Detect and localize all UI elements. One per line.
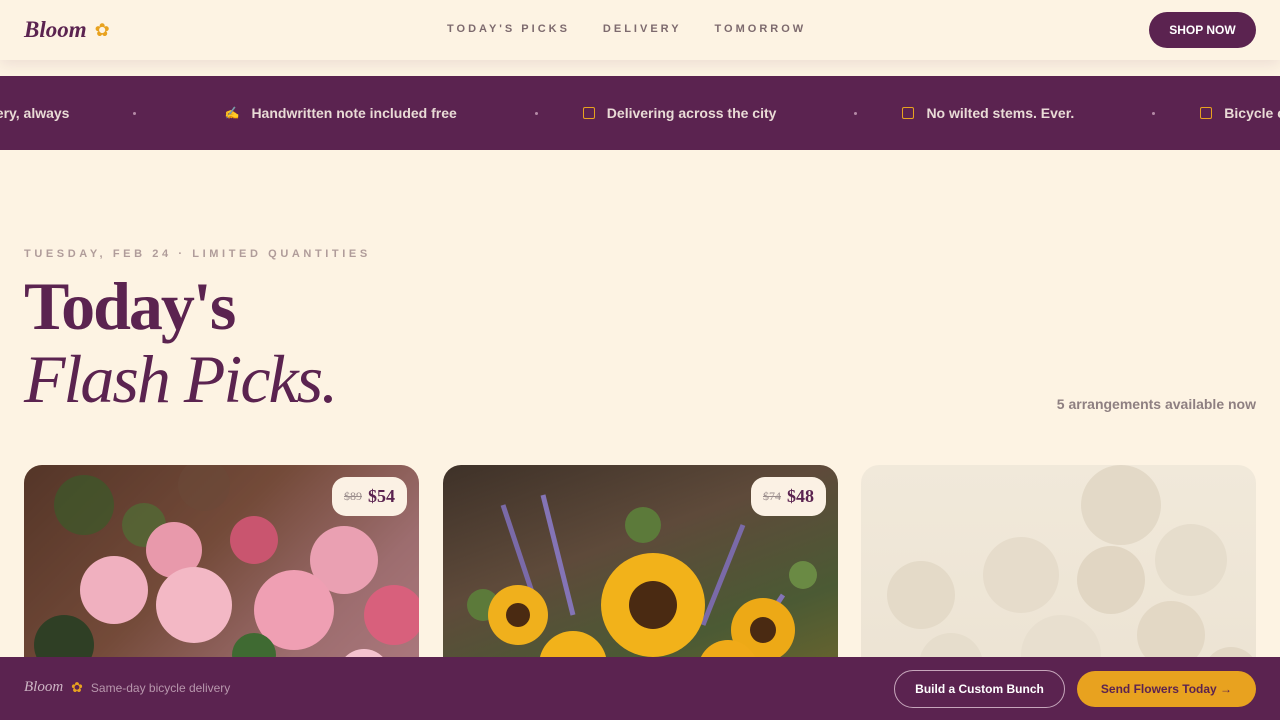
footer-logo-text: Bloom	[24, 679, 64, 695]
footer-logo[interactable]: Bloom ✿ Same-day bicycle delivery	[24, 679, 230, 696]
main-nav: TODAY'S PICKS DELIVERY TOMORROW	[447, 23, 806, 35]
nav-tomorrow[interactable]: TOMORROW	[715, 23, 807, 35]
date-eyebrow: TUESDAY, FEB 24 · LIMITED QUANTITIES	[24, 248, 371, 260]
sticky-footer-bar: Bloom ✿ Same-day bicycle delivery Build …	[0, 657, 1280, 720]
send-flowers-today-button[interactable]: Send Flowers Today →	[1077, 671, 1256, 707]
sale-price: $48	[787, 486, 814, 506]
footer-tagline: Same-day bicycle delivery	[90, 680, 231, 695]
price-tag: $89 $54	[332, 477, 407, 516]
marquee-track: very, always ✍ Handwritten note included…	[0, 105, 1280, 121]
marquee-item: very, always	[0, 105, 70, 121]
marquee-item: No wilted stems. Ever.	[902, 105, 1074, 121]
marquee-separator	[1152, 111, 1156, 115]
shop-now-button[interactable]: SHOP NOW	[1149, 12, 1256, 48]
original-price: $74	[763, 489, 781, 503]
price-tag: $74 $48	[751, 477, 826, 516]
flower-icon: ✿	[71, 679, 83, 695]
page-title-italic: Flash Picks.	[24, 341, 338, 417]
marquee-item: ✍ Handwritten note included free	[224, 105, 457, 121]
box-icon	[1200, 107, 1213, 119]
logo[interactable]: Bloom ✿	[24, 17, 110, 43]
build-custom-bunch-button[interactable]: Build a Custom Bunch	[894, 670, 1065, 708]
box-icon	[582, 107, 595, 119]
page-title: Today's	[24, 268, 236, 344]
marquee-item: Bicycle couriers wh	[1200, 105, 1280, 121]
logo-text: Bloom	[24, 17, 87, 42]
box-icon	[902, 107, 915, 119]
sale-price: $54	[368, 486, 395, 506]
site-header: Bloom ✿ TODAY'S PICKS DELIVERY TOMORROW …	[0, 0, 1280, 60]
original-price: $89	[344, 489, 362, 503]
flower-icon: ✿	[94, 20, 110, 40]
marquee-separator	[534, 111, 538, 115]
pen-icon: ✍	[224, 106, 240, 120]
nav-delivery[interactable]: DELIVERY	[603, 23, 682, 35]
availability-count: 5 arrangements available now	[1056, 396, 1256, 412]
marquee-separator	[133, 111, 137, 115]
marquee-separator	[854, 111, 858, 115]
marquee-item: Delivering across the city	[582, 105, 776, 121]
announcement-marquee: very, always ✍ Handwritten note included…	[0, 76, 1280, 150]
nav-todays-picks[interactable]: TODAY'S PICKS	[447, 23, 570, 35]
